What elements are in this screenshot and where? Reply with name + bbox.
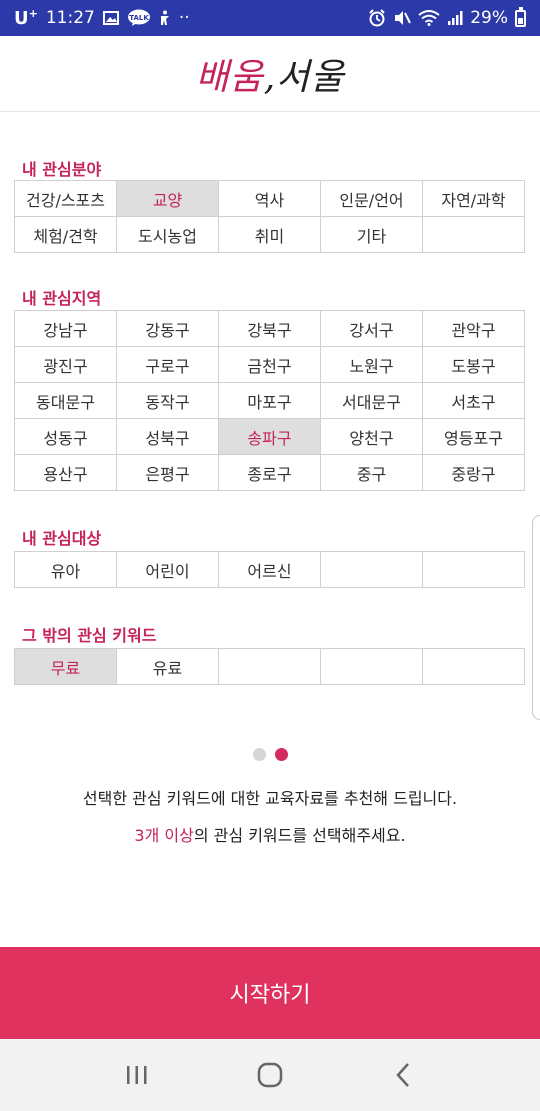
home-button[interactable] <box>245 1050 295 1100</box>
option-region[interactable]: 강서구 <box>321 311 423 347</box>
app-logo: 배움,서울 <box>195 56 345 98</box>
system-nav-bar <box>0 1039 540 1111</box>
alarm-icon <box>368 9 386 27</box>
option-region[interactable]: 강남구 <box>15 311 117 347</box>
field-grid: 건강/스포츠 교양 역사 인문/언어 자연/과학체험/견학 도시농업 취미 기타 <box>14 180 525 253</box>
option-region[interactable]: 중구 <box>321 455 423 491</box>
guide-highlight: 3개 이상 <box>134 826 194 845</box>
mute-icon <box>393 10 412 26</box>
option-region[interactable]: 동작구 <box>117 383 219 419</box>
option-region[interactable]: 성동구 <box>15 419 117 455</box>
back-button[interactable] <box>378 1050 428 1100</box>
option-region[interactable]: 관악구 <box>423 311 525 347</box>
option-region[interactable]: 성북구 <box>117 419 219 455</box>
region-grid: 강남구 강동구 강북구 강서구 관악구광진구 구로구 금천구 노원구 도봉구동대문구 동작구 마포구… <box>14 310 525 491</box>
wifi-icon <box>418 10 440 26</box>
option-region[interactable]: 구로구 <box>117 347 219 383</box>
status-bar: U+ 11:27 TALK ·· 29% <box>0 0 540 36</box>
option-field[interactable]: 도시농업 <box>117 217 219 253</box>
option-region[interactable]: 중랑구 <box>423 455 525 491</box>
section-title-field: 내 관심분야 <box>22 160 102 179</box>
option-region[interactable]: 강북구 <box>219 311 321 347</box>
option-field[interactable]: 기타 <box>321 217 423 253</box>
empty-cell <box>321 552 423 588</box>
option-region[interactable]: 금천구 <box>219 347 321 383</box>
carrier-label: U+ <box>14 7 38 29</box>
battery-icon <box>515 6 526 27</box>
empty-cell <box>321 649 423 685</box>
recent-apps-icon <box>126 1066 147 1084</box>
target-grid: 유아 어린이 어르신 <box>14 551 525 588</box>
empty-cell <box>219 649 321 685</box>
app-header: 배움,서울 <box>0 36 540 112</box>
option-region[interactable]: 용산구 <box>15 455 117 491</box>
signal-icon <box>447 10 463 26</box>
option-region[interactable]: 노원구 <box>321 347 423 383</box>
option-field[interactable]: 자연/과학 <box>423 181 525 217</box>
option-region[interactable]: 서초구 <box>423 383 525 419</box>
svg-text:TALK: TALK <box>129 14 149 22</box>
option-region[interactable]: 종로구 <box>219 455 321 491</box>
option-region[interactable]: 강동구 <box>117 311 219 347</box>
keyword-grid: 무료 유료 <box>14 648 525 685</box>
scroll-handle[interactable] <box>532 515 540 720</box>
option-keyword[interactable]: 유료 <box>117 649 219 685</box>
option-keyword[interactable]: 무료 <box>15 649 117 685</box>
back-icon <box>396 1063 410 1087</box>
section-title-target: 내 관심대상 <box>22 529 102 548</box>
option-target[interactable]: 어르신 <box>219 552 321 588</box>
empty-cell <box>423 649 525 685</box>
option-target[interactable]: 어린이 <box>117 552 219 588</box>
more-notifications-icon: ·· <box>178 8 190 28</box>
section-title-region: 내 관심지역 <box>22 289 102 308</box>
option-region[interactable]: 영등포구 <box>423 419 525 455</box>
guide-text-min-count: 3개 이상의 관심 키워드를 선택해주세요. <box>134 826 406 845</box>
option-field[interactable]: 건강/스포츠 <box>15 181 117 217</box>
accessibility-icon <box>159 10 171 26</box>
home-icon <box>257 1062 283 1088</box>
start-button[interactable]: 시작하기 <box>0 947 540 1039</box>
option-region[interactable]: 도봉구 <box>423 347 525 383</box>
option-region[interactable]: 광진구 <box>15 347 117 383</box>
section-title-keyword: 그 밖의 관심 키워드 <box>22 626 157 645</box>
empty-cell <box>423 217 525 253</box>
empty-cell <box>423 552 525 588</box>
page-dot[interactable] <box>252 748 266 761</box>
option-target[interactable]: 유아 <box>15 552 117 588</box>
option-region[interactable]: 송파구 <box>219 419 321 455</box>
option-region[interactable]: 양천구 <box>321 419 423 455</box>
option-field[interactable]: 취미 <box>219 217 321 253</box>
battery-percent: 29% <box>470 8 508 28</box>
option-field[interactable]: 역사 <box>219 181 321 217</box>
option-region[interactable]: 동대문구 <box>15 383 117 419</box>
option-region[interactable]: 마포구 <box>219 383 321 419</box>
recent-apps-button[interactable] <box>112 1050 162 1100</box>
option-field[interactable]: 교양 <box>117 181 219 217</box>
option-field[interactable]: 체험/견학 <box>15 217 117 253</box>
talk-icon: TALK <box>127 9 151 27</box>
page-dot[interactable] <box>274 748 288 761</box>
option-region[interactable]: 은평구 <box>117 455 219 491</box>
guide-text: 선택한 관심 키워드에 대한 교육자료를 추천해 드립니다. <box>82 789 458 808</box>
option-field[interactable]: 인문/언어 <box>321 181 423 217</box>
option-region[interactable]: 서대문구 <box>321 383 423 419</box>
page-indicator <box>0 748 540 761</box>
image-icon <box>102 11 119 25</box>
status-time: 11:27 <box>45 8 95 28</box>
